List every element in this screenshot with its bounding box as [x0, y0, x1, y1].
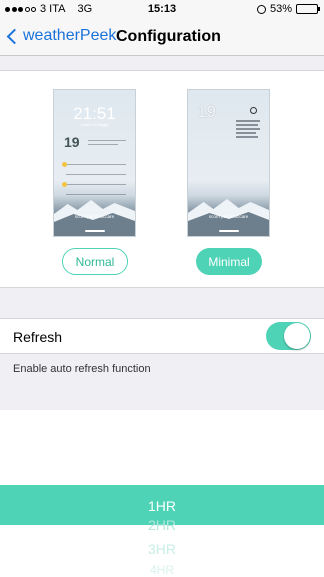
battery-icon	[296, 4, 320, 14]
picker-option[interactable]: 2HR	[0, 517, 324, 533]
minimal-preview-image: 19 scorri per sbloccare	[187, 89, 270, 237]
refresh-interval-picker[interactable]: 1HR 2HR 3HR 4HR	[0, 410, 324, 577]
page-title: Configuration	[116, 28, 221, 45]
preview-day: 19	[197, 102, 216, 121]
battery-percent: 53%	[269, 3, 292, 15]
refresh-label: Refresh	[13, 329, 63, 345]
preview-day: 19	[64, 134, 80, 150]
navigation-bar: weatherPeek Configuration	[0, 20, 324, 56]
preview-clock: 21:51	[73, 104, 116, 123]
picker-option[interactable]: 3HR	[0, 541, 324, 557]
normal-mode-button[interactable]: Normal	[62, 248, 128, 275]
toggle-knob	[284, 323, 310, 349]
refresh-description: Enable auto refresh function	[13, 363, 151, 375]
back-button[interactable]: weatherPeek	[6, 27, 116, 45]
picker-option-selected[interactable]: 1HR	[0, 498, 324, 514]
minimal-mode-button[interactable]: Minimal	[196, 248, 262, 275]
preview-slide-text: scorri per sbloccare	[208, 214, 249, 219]
alarm-icon	[256, 4, 266, 14]
status-bar: 3 ITA 3G 15:13 53%	[0, 0, 324, 20]
refresh-toggle[interactable]	[266, 322, 311, 350]
preview-date: Lunedi 10 maggio	[80, 123, 109, 127]
chevron-left-icon	[6, 28, 23, 44]
refresh-row: Refresh	[0, 318, 324, 354]
back-button-label: weatherPeek	[23, 27, 117, 44]
normal-preview-image: 21:51 Lunedi 10 maggio 19 scorri per sbl…	[53, 89, 136, 237]
preview-slide-text: scorri per sbloccare	[74, 214, 115, 219]
picker-option[interactable]: 4HR	[0, 563, 324, 577]
status-right: 53%	[256, 3, 320, 15]
preview-section: 21:51 Lunedi 10 maggio 19 scorri per sbl…	[0, 70, 324, 288]
weather-icon	[250, 107, 257, 114]
